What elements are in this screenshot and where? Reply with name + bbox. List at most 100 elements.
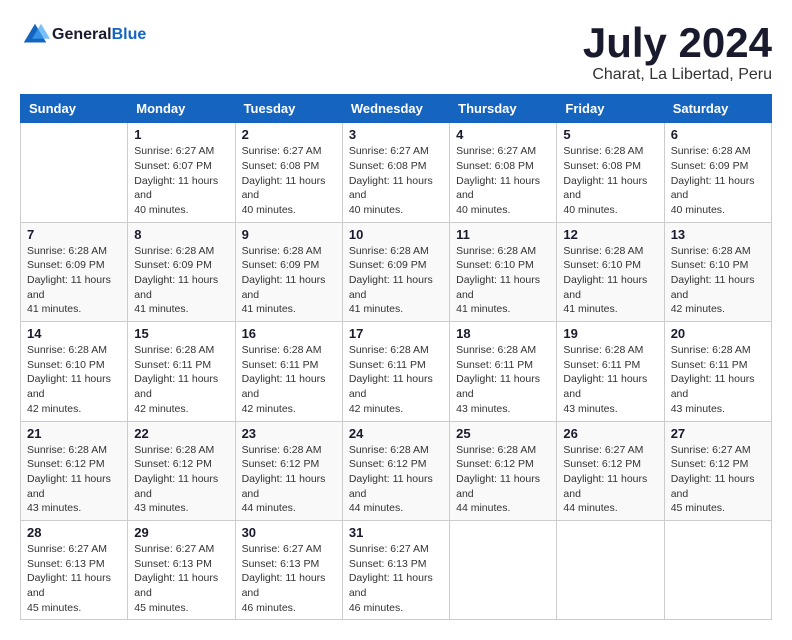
day-number: 17 xyxy=(349,326,443,341)
calendar-day-cell: 2 Sunrise: 6:27 AMSunset: 6:08 PMDayligh… xyxy=(235,123,342,222)
calendar-day-cell: 22 Sunrise: 6:28 AMSunset: 6:12 PMDaylig… xyxy=(128,421,235,520)
calendar-day-cell: 14 Sunrise: 6:28 AMSunset: 6:10 PMDaylig… xyxy=(21,322,128,421)
calendar-day-cell: 5 Sunrise: 6:28 AMSunset: 6:08 PMDayligh… xyxy=(557,123,664,222)
logo-general-text: General xyxy=(52,26,112,44)
day-info: Sunrise: 6:27 AMSunset: 6:13 PMDaylight:… xyxy=(349,542,443,615)
day-info: Sunrise: 6:27 AMSunset: 6:13 PMDaylight:… xyxy=(27,542,121,615)
calendar-day-cell xyxy=(21,123,128,222)
day-number: 7 xyxy=(27,227,121,242)
calendar-day-cell: 3 Sunrise: 6:27 AMSunset: 6:08 PMDayligh… xyxy=(342,123,449,222)
day-info: Sunrise: 6:27 AMSunset: 6:12 PMDaylight:… xyxy=(671,443,765,516)
calendar-day-cell: 13 Sunrise: 6:28 AMSunset: 6:10 PMDaylig… xyxy=(664,222,771,321)
calendar-day-cell xyxy=(664,520,771,619)
calendar-day-cell: 21 Sunrise: 6:28 AMSunset: 6:12 PMDaylig… xyxy=(21,421,128,520)
day-info: Sunrise: 6:28 AMSunset: 6:11 PMDaylight:… xyxy=(671,343,765,416)
calendar-week-row: 21 Sunrise: 6:28 AMSunset: 6:12 PMDaylig… xyxy=(21,421,772,520)
day-number: 13 xyxy=(671,227,765,242)
day-number: 8 xyxy=(134,227,228,242)
logo-blue-text: Blue xyxy=(112,26,147,44)
day-info: Sunrise: 6:28 AMSunset: 6:09 PMDaylight:… xyxy=(27,244,121,317)
calendar-day-cell xyxy=(450,520,557,619)
day-number: 2 xyxy=(242,127,336,142)
calendar-table: SundayMondayTuesdayWednesdayThursdayFrid… xyxy=(20,94,772,620)
weekday-header: Wednesday xyxy=(342,95,449,123)
calendar-day-cell: 27 Sunrise: 6:27 AMSunset: 6:12 PMDaylig… xyxy=(664,421,771,520)
page-header: General Blue July 2024 Charat, La Libert… xyxy=(20,20,772,84)
day-info: Sunrise: 6:28 AMSunset: 6:12 PMDaylight:… xyxy=(349,443,443,516)
weekday-header: Monday xyxy=(128,95,235,123)
calendar-day-cell: 4 Sunrise: 6:27 AMSunset: 6:08 PMDayligh… xyxy=(450,123,557,222)
day-info: Sunrise: 6:27 AMSunset: 6:08 PMDaylight:… xyxy=(242,144,336,217)
day-info: Sunrise: 6:28 AMSunset: 6:12 PMDaylight:… xyxy=(242,443,336,516)
calendar-day-cell: 6 Sunrise: 6:28 AMSunset: 6:09 PMDayligh… xyxy=(664,123,771,222)
calendar-week-row: 7 Sunrise: 6:28 AMSunset: 6:09 PMDayligh… xyxy=(21,222,772,321)
calendar-day-cell: 7 Sunrise: 6:28 AMSunset: 6:09 PMDayligh… xyxy=(21,222,128,321)
day-number: 22 xyxy=(134,426,228,441)
day-info: Sunrise: 6:28 AMSunset: 6:11 PMDaylight:… xyxy=(563,343,657,416)
calendar-day-cell: 16 Sunrise: 6:28 AMSunset: 6:11 PMDaylig… xyxy=(235,322,342,421)
day-info: Sunrise: 6:28 AMSunset: 6:12 PMDaylight:… xyxy=(134,443,228,516)
day-info: Sunrise: 6:27 AMSunset: 6:08 PMDaylight:… xyxy=(349,144,443,217)
day-info: Sunrise: 6:28 AMSunset: 6:09 PMDaylight:… xyxy=(134,244,228,317)
calendar-week-row: 28 Sunrise: 6:27 AMSunset: 6:13 PMDaylig… xyxy=(21,520,772,619)
day-info: Sunrise: 6:28 AMSunset: 6:12 PMDaylight:… xyxy=(27,443,121,516)
calendar-week-row: 1 Sunrise: 6:27 AMSunset: 6:07 PMDayligh… xyxy=(21,123,772,222)
day-info: Sunrise: 6:28 AMSunset: 6:09 PMDaylight:… xyxy=(242,244,336,317)
weekday-header: Tuesday xyxy=(235,95,342,123)
calendar-day-cell: 15 Sunrise: 6:28 AMSunset: 6:11 PMDaylig… xyxy=(128,322,235,421)
day-info: Sunrise: 6:27 AMSunset: 6:07 PMDaylight:… xyxy=(134,144,228,217)
day-info: Sunrise: 6:28 AMSunset: 6:11 PMDaylight:… xyxy=(456,343,550,416)
weekday-header: Saturday xyxy=(664,95,771,123)
day-number: 24 xyxy=(349,426,443,441)
day-number: 28 xyxy=(27,525,121,540)
calendar-day-cell: 17 Sunrise: 6:28 AMSunset: 6:11 PMDaylig… xyxy=(342,322,449,421)
calendar-day-cell: 18 Sunrise: 6:28 AMSunset: 6:11 PMDaylig… xyxy=(450,322,557,421)
day-number: 1 xyxy=(134,127,228,142)
day-info: Sunrise: 6:28 AMSunset: 6:10 PMDaylight:… xyxy=(27,343,121,416)
calendar-day-cell: 9 Sunrise: 6:28 AMSunset: 6:09 PMDayligh… xyxy=(235,222,342,321)
day-number: 31 xyxy=(349,525,443,540)
calendar-day-cell xyxy=(557,520,664,619)
day-number: 12 xyxy=(563,227,657,242)
day-number: 10 xyxy=(349,227,443,242)
calendar-day-cell: 25 Sunrise: 6:28 AMSunset: 6:12 PMDaylig… xyxy=(450,421,557,520)
day-number: 5 xyxy=(563,127,657,142)
day-number: 23 xyxy=(242,426,336,441)
calendar-day-cell: 23 Sunrise: 6:28 AMSunset: 6:12 PMDaylig… xyxy=(235,421,342,520)
calendar-day-cell: 10 Sunrise: 6:28 AMSunset: 6:09 PMDaylig… xyxy=(342,222,449,321)
day-info: Sunrise: 6:27 AMSunset: 6:12 PMDaylight:… xyxy=(563,443,657,516)
calendar-week-row: 14 Sunrise: 6:28 AMSunset: 6:10 PMDaylig… xyxy=(21,322,772,421)
day-number: 3 xyxy=(349,127,443,142)
day-number: 21 xyxy=(27,426,121,441)
day-info: Sunrise: 6:28 AMSunset: 6:10 PMDaylight:… xyxy=(456,244,550,317)
day-info: Sunrise: 6:27 AMSunset: 6:08 PMDaylight:… xyxy=(456,144,550,217)
calendar-day-cell: 29 Sunrise: 6:27 AMSunset: 6:13 PMDaylig… xyxy=(128,520,235,619)
calendar-day-cell: 30 Sunrise: 6:27 AMSunset: 6:13 PMDaylig… xyxy=(235,520,342,619)
day-number: 27 xyxy=(671,426,765,441)
day-info: Sunrise: 6:27 AMSunset: 6:13 PMDaylight:… xyxy=(134,542,228,615)
calendar-header-row: SundayMondayTuesdayWednesdayThursdayFrid… xyxy=(21,95,772,123)
calendar-day-cell: 24 Sunrise: 6:28 AMSunset: 6:12 PMDaylig… xyxy=(342,421,449,520)
month-title: July 2024 xyxy=(583,20,772,66)
day-info: Sunrise: 6:28 AMSunset: 6:11 PMDaylight:… xyxy=(134,343,228,416)
day-number: 4 xyxy=(456,127,550,142)
calendar-day-cell: 1 Sunrise: 6:27 AMSunset: 6:07 PMDayligh… xyxy=(128,123,235,222)
calendar-day-cell: 12 Sunrise: 6:28 AMSunset: 6:10 PMDaylig… xyxy=(557,222,664,321)
day-info: Sunrise: 6:28 AMSunset: 6:09 PMDaylight:… xyxy=(671,144,765,217)
day-number: 30 xyxy=(242,525,336,540)
day-info: Sunrise: 6:27 AMSunset: 6:13 PMDaylight:… xyxy=(242,542,336,615)
day-number: 19 xyxy=(563,326,657,341)
calendar-day-cell: 28 Sunrise: 6:27 AMSunset: 6:13 PMDaylig… xyxy=(21,520,128,619)
calendar-day-cell: 8 Sunrise: 6:28 AMSunset: 6:09 PMDayligh… xyxy=(128,222,235,321)
day-info: Sunrise: 6:28 AMSunset: 6:08 PMDaylight:… xyxy=(563,144,657,217)
day-info: Sunrise: 6:28 AMSunset: 6:12 PMDaylight:… xyxy=(456,443,550,516)
day-info: Sunrise: 6:28 AMSunset: 6:11 PMDaylight:… xyxy=(349,343,443,416)
logo: General Blue xyxy=(20,20,146,50)
day-number: 15 xyxy=(134,326,228,341)
day-number: 26 xyxy=(563,426,657,441)
day-number: 18 xyxy=(456,326,550,341)
day-number: 9 xyxy=(242,227,336,242)
day-info: Sunrise: 6:28 AMSunset: 6:10 PMDaylight:… xyxy=(671,244,765,317)
day-number: 11 xyxy=(456,227,550,242)
location-title: Charat, La Libertad, Peru xyxy=(583,66,772,84)
